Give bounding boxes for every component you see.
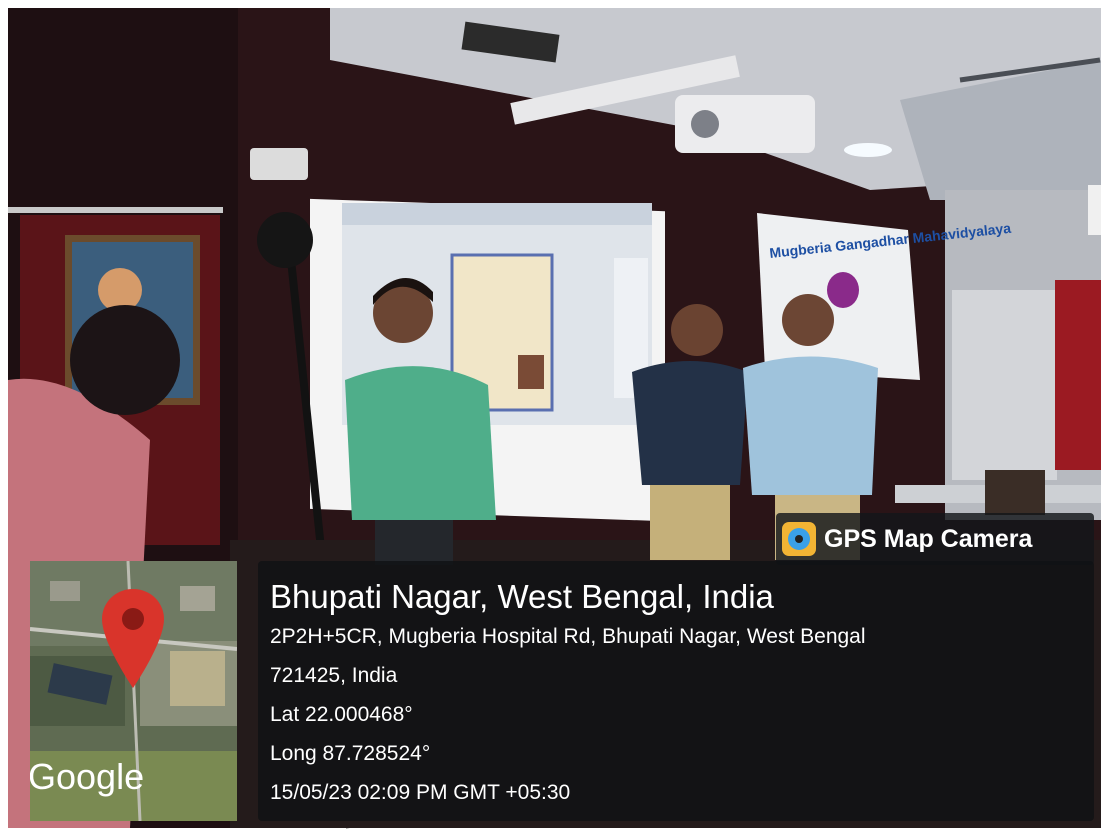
place-name: Bhupati Nagar, West Bengal, India: [270, 578, 774, 615]
gps-map-camera-app-icon: [782, 522, 816, 556]
location-info-panel: Bhupati Nagar, West Bengal, India 2P2H+5…: [258, 561, 1094, 821]
app-name: GPS Map Camera: [824, 524, 1033, 553]
person-dark-shirt-trousers: [650, 478, 730, 560]
map-thumbnail: Google: [30, 561, 237, 821]
person-dark-shirt-body: [632, 361, 748, 485]
address-line-1: 2P2H+5CR, Mugberia Hospital Rd, Bhupati …: [270, 625, 866, 648]
speaker: [250, 148, 308, 180]
satellite-map: Google: [30, 561, 237, 821]
chair: [985, 470, 1045, 515]
microphone-head: [257, 212, 313, 268]
address-line-2: 721425, India: [270, 664, 398, 687]
person-green-shirt-body: [345, 366, 496, 520]
gps-map-camera-badge: GPS Map Camera: [776, 513, 1094, 565]
acoustic-panel: [952, 290, 1057, 480]
person-dark-shirt-head: [671, 304, 723, 356]
timestamp: 15/05/23 02:09 PM GMT +05:30: [270, 781, 571, 804]
person-blue-shirt-body: [743, 356, 878, 495]
person-blue-shirt-head: [782, 294, 834, 346]
ac-unit: [1088, 185, 1101, 235]
projector-lens: [691, 110, 719, 138]
map-provider-label: Google: [30, 756, 144, 797]
longitude: Long 87.728524°: [270, 742, 431, 765]
red-curtain-right: [1055, 280, 1101, 470]
photo: Mugberia Gangadhar Mahavidyalaya GPS Map…: [0, 0, 1109, 834]
banner-emblem: [827, 272, 859, 308]
ceiling-light: [844, 143, 892, 157]
foreground-person-head: [70, 305, 180, 415]
projected-toolbar: [342, 203, 652, 225]
projected-poster-photo: [518, 355, 544, 389]
person-green-shirt-legs: [375, 520, 453, 565]
latitude: Lat 22.000468°: [270, 703, 413, 726]
curtain-rod: [8, 207, 223, 213]
